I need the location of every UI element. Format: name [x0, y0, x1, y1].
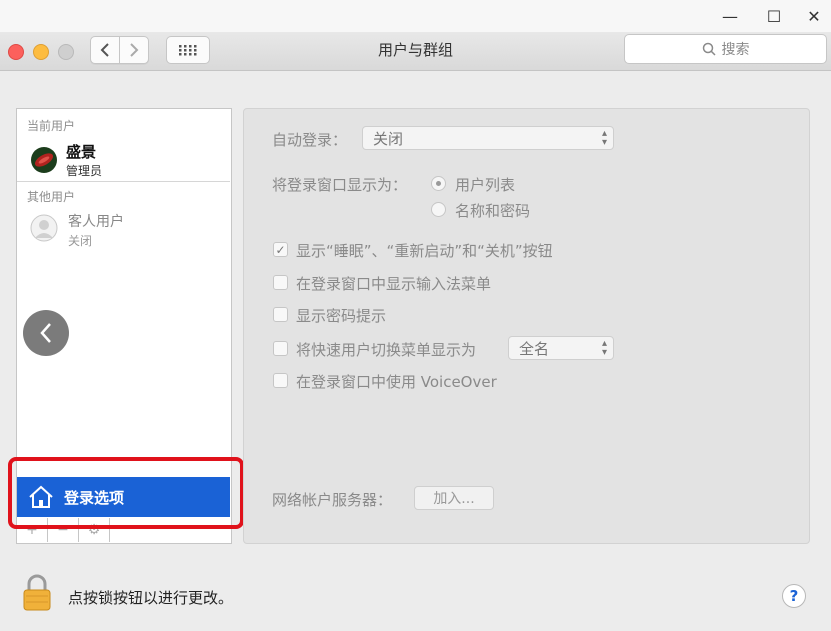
checkbox-password-hints-label: 显示密码提示: [296, 307, 387, 325]
login-window-display-label: 将登录窗口显示为：: [272, 176, 408, 194]
auto-login-value: 关闭: [373, 129, 404, 148]
checkbox-password-hints[interactable]: [273, 307, 288, 322]
titlebar: 用户与群组 搜索: [0, 32, 831, 71]
fast-switch-select[interactable]: 全名 ▴ ▾: [508, 336, 614, 360]
maximize-button[interactable]: ☐: [756, 4, 792, 28]
fast-switch-value: 全名: [519, 339, 550, 358]
guest-avatar: [30, 214, 58, 242]
radio-user-list[interactable]: [431, 176, 446, 191]
radio-user-list-label: 用户列表: [455, 176, 516, 194]
other-users-label: 其他用户: [27, 190, 76, 204]
current-users-label: 当前用户: [27, 119, 76, 133]
guest-user-status: 关闭: [68, 234, 93, 248]
radio-name-password-label: 名称和密码: [455, 202, 531, 220]
guest-user-name[interactable]: 客人用户: [68, 211, 124, 231]
chevron-left-icon: [40, 323, 51, 343]
lock-icon[interactable]: [22, 574, 52, 612]
highlight-outline: [8, 457, 244, 529]
network-server-label: 网络帐户服务器：: [272, 491, 393, 509]
checkbox-fast-user-switch[interactable]: [273, 341, 288, 356]
search-icon: [702, 42, 716, 56]
radio-name-password[interactable]: [431, 202, 446, 217]
auto-login-select[interactable]: 关闭 ▴ ▾: [362, 126, 614, 150]
outer-window-bar: [0, 0, 831, 32]
current-user-name[interactable]: 盛景: [66, 141, 96, 162]
back-overlay-button[interactable]: [23, 310, 69, 356]
help-button[interactable]: ?: [782, 584, 806, 608]
checkbox-voiceover[interactable]: [273, 373, 288, 388]
checkbox-fast-user-switch-label: 将快速用户切换菜单显示为: [296, 341, 477, 359]
checkbox-voiceover-label: 在登录窗口中使用 VoiceOver: [296, 373, 497, 391]
sidebar-divider: [17, 181, 230, 182]
popup-arrows-icon: ▴ ▾: [601, 338, 607, 358]
close-button[interactable]: ✕: [796, 4, 831, 28]
current-user-role: 管理员: [66, 164, 103, 178]
search-placeholder: 搜索: [721, 42, 750, 58]
search-input[interactable]: 搜索: [624, 34, 827, 64]
minimize-button[interactable]: —: [712, 4, 748, 28]
checkbox-show-power-buttons[interactable]: ✓: [273, 242, 288, 257]
auto-login-label: 自动登录：: [272, 131, 348, 149]
checkbox-show-power-buttons-label: 显示“睡眠”、“重新启动”和“关机”按钮: [296, 242, 553, 260]
popup-arrows-icon: ▴ ▾: [601, 128, 607, 148]
join-button[interactable]: 加入...: [414, 486, 494, 510]
checkbox-input-menu[interactable]: [273, 275, 288, 290]
checkbox-input-menu-label: 在登录窗口中显示输入法菜单: [296, 275, 492, 293]
user-avatar: [30, 146, 58, 174]
lock-message: 点按锁按钮以进行更改。: [68, 589, 234, 607]
